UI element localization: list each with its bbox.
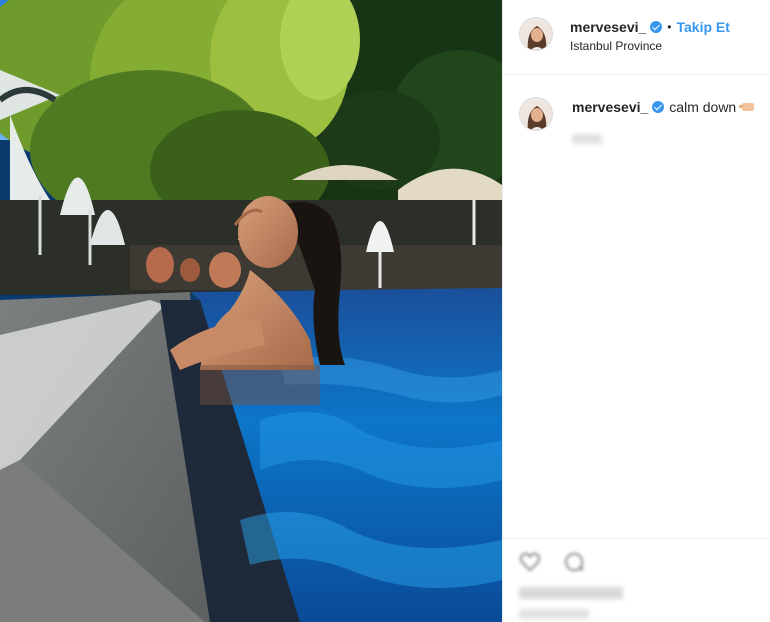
caption-avatar[interactable]	[519, 97, 553, 131]
location-link[interactable]: Istanbul Province	[570, 39, 662, 53]
post-photo[interactable]	[0, 0, 502, 622]
instagram-post: mervesevi_ • Takip Et Istanbul Province …	[0, 0, 770, 622]
follow-button[interactable]: Takip Et	[677, 19, 730, 35]
comment-icon[interactable]	[563, 551, 585, 573]
hand-emoji-icon	[739, 103, 755, 111]
caption-comment	[503, 75, 770, 155]
caption-text: calm down	[669, 99, 737, 115]
separator-dot: •	[667, 20, 672, 34]
avatar-image	[520, 18, 552, 50]
post-side-panel: mervesevi_ • Takip Et Istanbul Province …	[502, 0, 770, 622]
likes-count-blurred	[519, 587, 623, 599]
verified-badge-icon	[650, 21, 663, 33]
username-link[interactable]: mervesevi_	[570, 19, 646, 35]
post-actions	[503, 538, 770, 622]
avatar-image	[520, 98, 552, 130]
header-user-line: mervesevi_ • Takip Et	[570, 19, 730, 35]
heart-icon[interactable]	[519, 551, 541, 573]
caption-username-link[interactable]: mervesevi_	[572, 99, 648, 115]
caption-timestamp-blurred	[572, 134, 602, 144]
post-header: mervesevi_ • Takip Et Istanbul Province	[503, 0, 770, 75]
avatar[interactable]	[519, 17, 553, 51]
pool-scene-image	[0, 0, 502, 622]
post-date-blurred	[519, 609, 589, 619]
caption-text-line: mervesevi_ calm down	[572, 99, 755, 115]
verified-badge-icon	[652, 101, 665, 113]
